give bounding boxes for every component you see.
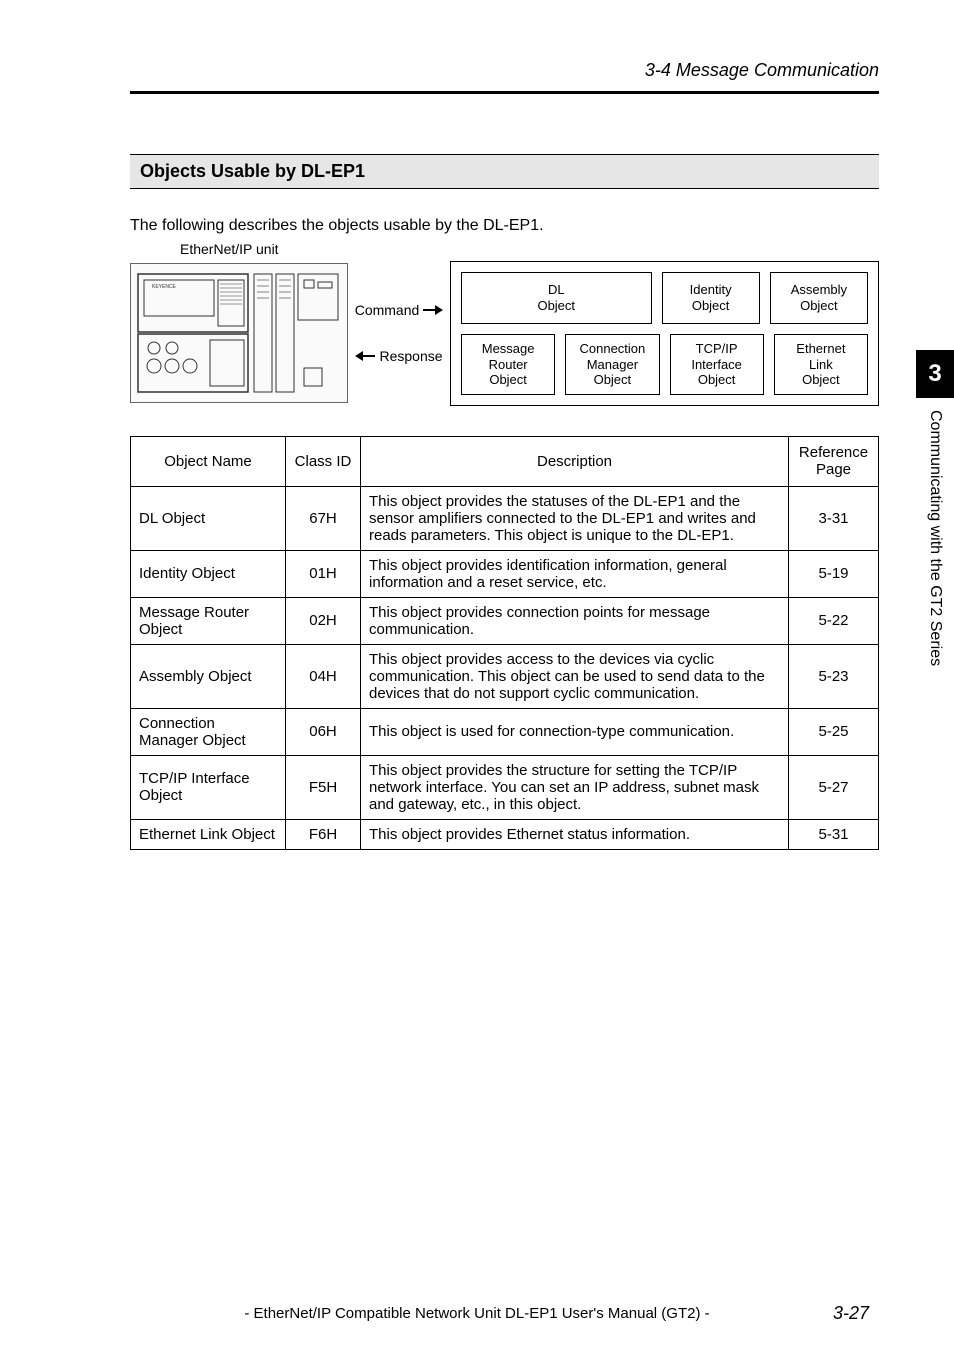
- arrow-right-icon: [423, 304, 443, 316]
- obj-message-router: MessageRouterObject: [461, 334, 555, 395]
- obj-connection-manager: ConnectionManagerObject: [565, 334, 659, 395]
- cell-description: This object is used for connection-type …: [361, 708, 789, 755]
- cell-class-id: 04H: [286, 644, 361, 708]
- cell-description: This object provides the statuses of the…: [361, 486, 789, 550]
- th-desc: Description: [361, 436, 789, 486]
- cell-reference-page: 5-27: [789, 755, 879, 819]
- response-arrow: Response: [355, 348, 442, 364]
- table-row: Assembly Object04HThis object provides a…: [131, 644, 879, 708]
- obj-ethernet-link: EthernetLinkObject: [774, 334, 868, 395]
- cell-class-id: 67H: [286, 486, 361, 550]
- command-label: Command: [355, 302, 420, 318]
- cell-class-id: 06H: [286, 708, 361, 755]
- cell-description: This object provides identification info…: [361, 550, 789, 597]
- th-ref: Reference Page: [789, 436, 879, 486]
- chapter-number: 3: [916, 350, 954, 398]
- cell-object-name: Message Router Object: [131, 597, 286, 644]
- section-header: 3-4 Message Communication: [130, 60, 879, 81]
- table-row: Identity Object01HThis object provides i…: [131, 550, 879, 597]
- cell-object-name: DL Object: [131, 486, 286, 550]
- header-rule: [130, 91, 879, 94]
- obj-assembly: AssemblyObject: [770, 272, 868, 324]
- device-label: EtherNet/IP unit: [180, 241, 879, 257]
- chapter-text: Communicating with the GT2 Series: [926, 410, 944, 666]
- cell-reference-page: 5-25: [789, 708, 879, 755]
- objects-box: DLObject IdentityObject AssemblyObject M…: [450, 261, 879, 406]
- table-row: Connection Manager Object06HThis object …: [131, 708, 879, 755]
- footer: - EtherNet/IP Compatible Network Unit DL…: [0, 1305, 954, 1322]
- device-illustration: KEYENCE: [130, 263, 348, 403]
- table-header-row: Object Name Class ID Description Referen…: [131, 436, 879, 486]
- chapter-tab: 3 Communicating with the GT2 Series: [916, 350, 954, 666]
- cell-object-name: Connection Manager Object: [131, 708, 286, 755]
- objects-table: Object Name Class ID Description Referen…: [130, 436, 879, 850]
- obj-identity: IdentityObject: [662, 272, 760, 324]
- command-arrow: Command: [355, 302, 444, 318]
- intro-text: The following describes the objects usab…: [130, 217, 879, 235]
- cell-reference-page: 5-19: [789, 550, 879, 597]
- cell-class-id: F5H: [286, 755, 361, 819]
- cell-class-id: 01H: [286, 550, 361, 597]
- cell-object-name: Ethernet Link Object: [131, 819, 286, 849]
- plc-device-icon: KEYENCE: [134, 268, 344, 398]
- cell-class-id: 02H: [286, 597, 361, 644]
- cell-description: This object provides access to the devic…: [361, 644, 789, 708]
- th-class: Class ID: [286, 436, 361, 486]
- diagram-area: KEYENCE: [130, 261, 879, 406]
- arrows-column: Command Response: [354, 302, 444, 364]
- objects-bottom-row: MessageRouterObject ConnectionManagerObj…: [461, 334, 868, 395]
- cell-class-id: F6H: [286, 819, 361, 849]
- svg-text:KEYENCE: KEYENCE: [152, 284, 177, 290]
- cell-reference-page: 3-31: [789, 486, 879, 550]
- cell-reference-page: 5-22: [789, 597, 879, 644]
- obj-tcpip: TCP/IPInterfaceObject: [670, 334, 764, 395]
- cell-object-name: TCP/IP Interface Object: [131, 755, 286, 819]
- arrow-left-icon: [355, 350, 375, 362]
- cell-object-name: Assembly Object: [131, 644, 286, 708]
- table-row: DL Object67HThis object provides the sta…: [131, 486, 879, 550]
- objects-top-row: DLObject IdentityObject AssemblyObject: [461, 272, 868, 324]
- th-name: Object Name: [131, 436, 286, 486]
- page-number: 3-27: [833, 1303, 869, 1324]
- cell-reference-page: 5-23: [789, 644, 879, 708]
- cell-description: This object provides the structure for s…: [361, 755, 789, 819]
- table-row: Message Router Object02HThis object prov…: [131, 597, 879, 644]
- footer-text: - EtherNet/IP Compatible Network Unit DL…: [244, 1305, 709, 1322]
- cell-object-name: Identity Object: [131, 550, 286, 597]
- obj-dl: DLObject: [461, 272, 652, 324]
- response-label: Response: [379, 348, 442, 364]
- cell-reference-page: 5-31: [789, 819, 879, 849]
- table-row: Ethernet Link ObjectF6HThis object provi…: [131, 819, 879, 849]
- section-title: Objects Usable by DL-EP1: [130, 154, 879, 189]
- cell-description: This object provides Ethernet status inf…: [361, 819, 789, 849]
- table-row: TCP/IP Interface ObjectF5HThis object pr…: [131, 755, 879, 819]
- cell-description: This object provides connection points f…: [361, 597, 789, 644]
